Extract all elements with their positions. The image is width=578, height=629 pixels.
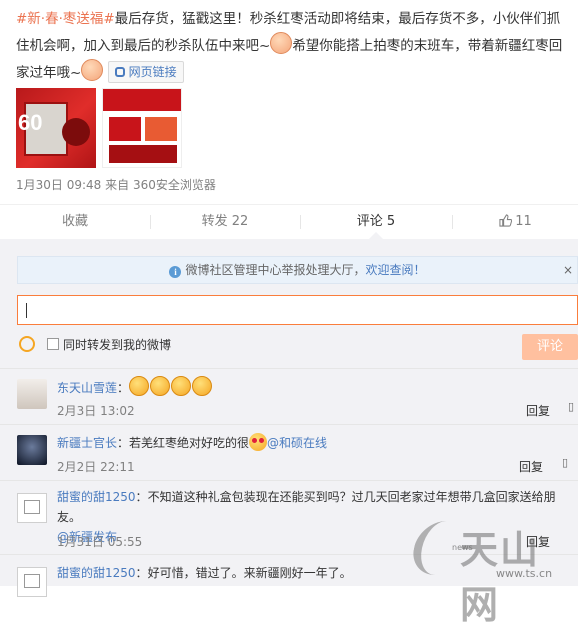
forward-checkbox-label[interactable]: 同时转发到我的微博 — [63, 336, 171, 353]
like-count: 11 — [515, 214, 532, 229]
like-icon[interactable]: ▯ — [568, 400, 574, 413]
collect-button[interactable]: 收藏 — [0, 205, 150, 239]
avatar[interactable] — [17, 493, 47, 523]
comment-user[interactable]: 甜蜜的甜1250 — [57, 490, 136, 504]
banner-shape — [103, 89, 181, 111]
product-shape — [145, 117, 177, 141]
post-images: 60 — [16, 88, 182, 168]
crying-emoji-icon — [171, 376, 192, 396]
comment-time: 2月3日 13:02 — [57, 404, 135, 418]
reply-button[interactable]: 回复 — [519, 458, 543, 475]
forward-button[interactable]: 转发 22 — [151, 205, 299, 239]
thumbs-up-icon — [499, 214, 513, 227]
post-meta: 1月30日 09:48 来自 360安全浏览器 — [16, 176, 216, 193]
post-text: #新·春·枣送福#最后存货，猛戳这里！秒杀红枣活动即将结束，最后存货不多，小伙伴… — [16, 6, 572, 86]
comment-separator: ： — [117, 381, 130, 395]
comment-user[interactable]: 甜蜜的甜1250 — [57, 566, 136, 580]
comment-time: 2月2日 22:11 — [57, 460, 135, 474]
product-shape — [109, 145, 177, 163]
comment-user[interactable]: 新疆士官长 — [57, 436, 117, 450]
web-link-button[interactable]: 网页链接 — [107, 61, 184, 83]
product-shape — [109, 117, 141, 141]
promo-number: 60 — [18, 110, 43, 135]
comment-text: 新疆士官长：若羌红枣绝对好吃的很 @和硕在线 — [57, 433, 572, 453]
crying-emoji-icon — [129, 376, 150, 396]
notice-link[interactable]: 欢迎查阅！ — [366, 263, 426, 277]
comment-text: 东天山雪莲： — [57, 376, 572, 398]
comment-body: 好可惜，错过了。来新疆刚好一年了。 — [147, 566, 352, 580]
avatar[interactable] — [17, 379, 47, 409]
post-image-2[interactable] — [102, 88, 182, 168]
mention-link[interactable]: @和硕在线 — [267, 436, 327, 450]
comment-separator: ： — [135, 566, 148, 580]
info-icon: i — [169, 266, 182, 278]
heart-eyes-emoji-icon — [249, 433, 268, 451]
comment-separator: ： — [135, 490, 148, 504]
close-icon[interactable]: × — [563, 257, 573, 283]
avatar[interactable] — [17, 435, 47, 465]
jujube-shape — [62, 118, 90, 146]
like-button[interactable]: 11 — [453, 205, 578, 239]
comment-separator: ： — [117, 436, 130, 450]
watermark-logo: news 天山网 www.ts.cn — [408, 515, 578, 627]
forward-checkbox[interactable] — [47, 338, 59, 350]
report-notice: i 微博社区管理中心举报处理大厅，欢迎查阅！ × — [17, 256, 578, 284]
emoji-icon — [270, 32, 293, 54]
emoji-picker-icon[interactable] — [19, 336, 35, 352]
watermark-url: www.ts.cn — [496, 567, 553, 580]
comment-item: 新疆士官长：若羌红枣绝对好吃的很 @和硕在线 2月2日 22:11 回复 ▯ — [0, 424, 578, 481]
submit-comment-button[interactable]: 评论 — [522, 334, 578, 360]
comment-body: 若羌红枣绝对好吃的很 — [129, 436, 250, 450]
action-bar: 收藏 转发 22 评论 5 11 — [0, 204, 578, 240]
comment-time: 1月31日 05:55 — [57, 535, 143, 549]
emoji-icon — [81, 59, 104, 81]
comment-item: 东天山雪莲： 2月3日 13:02 回复 ▯ — [0, 368, 578, 425]
post-time[interactable]: 1月30日 09:48 — [16, 178, 101, 192]
comment-user[interactable]: 东天山雪莲 — [57, 381, 117, 395]
web-link-label: 网页链接 — [128, 65, 177, 79]
crying-emoji-icon — [150, 376, 171, 396]
crying-emoji-icon — [192, 376, 213, 396]
link-icon — [114, 67, 125, 77]
post-source: 来自 360安全浏览器 — [105, 178, 216, 192]
notice-text: 微博社区管理中心举报处理大厅， — [185, 263, 366, 277]
avatar[interactable] — [17, 567, 47, 597]
comment-caret — [369, 232, 383, 239]
like-icon[interactable]: ▯ — [562, 456, 568, 469]
post-image-1[interactable]: 60 — [16, 88, 96, 168]
hashtag-link[interactable]: #新·春·枣送福# — [16, 11, 115, 27]
reply-button[interactable]: 回复 — [526, 402, 550, 419]
text-cursor — [26, 303, 27, 318]
comment-input[interactable] — [17, 295, 578, 325]
